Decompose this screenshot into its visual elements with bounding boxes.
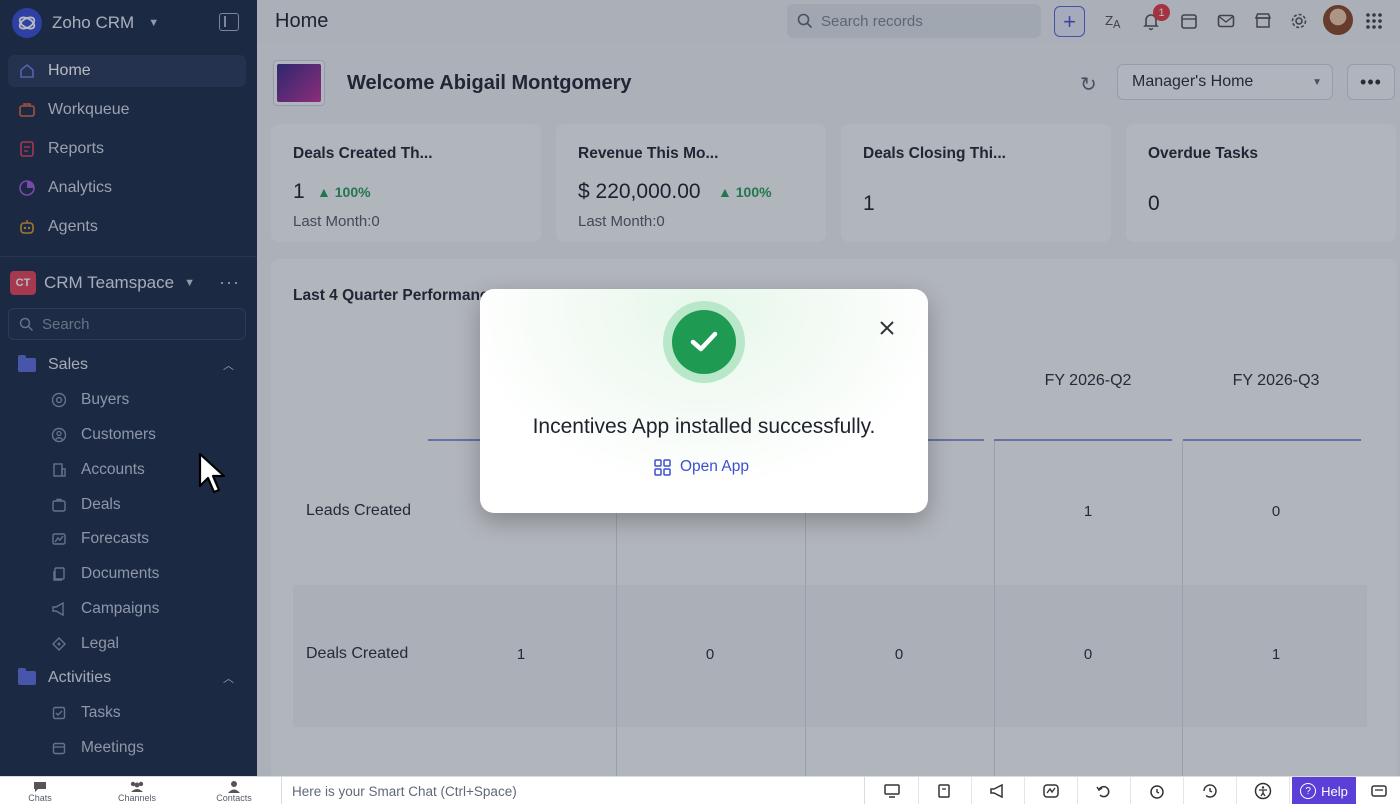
apps-icon: [654, 458, 671, 476]
help-button[interactable]: ? Help: [1292, 777, 1356, 804]
bottom-item-label: Contacts: [216, 793, 252, 803]
smart-chat-placeholder: Here is your Smart Chat (Ctrl+Space): [292, 783, 517, 799]
mouse-cursor-icon: [198, 452, 226, 501]
close-icon[interactable]: [878, 319, 896, 337]
smart-chat-input[interactable]: Here is your Smart Chat (Ctrl+Space): [281, 777, 865, 804]
accessibility-icon[interactable]: [1237, 777, 1290, 804]
channels-button[interactable]: Channels: [107, 779, 167, 803]
chat-bubble-icon: [10, 779, 70, 793]
success-badge: [663, 301, 745, 383]
contact-person-icon: [204, 779, 264, 793]
chats-button[interactable]: Chats: [10, 779, 70, 803]
contacts-button[interactable]: Contacts: [204, 779, 264, 803]
help-label: Help: [1321, 783, 1348, 799]
history-icon[interactable]: [1184, 777, 1237, 804]
success-message: Incentives App installed successfully.: [532, 415, 876, 438]
megaphone-icon[interactable]: [972, 777, 1025, 804]
bottom-item-label: Chats: [28, 793, 52, 803]
undo-action-icon[interactable]: [1078, 777, 1131, 804]
feedback-icon[interactable]: [1358, 777, 1400, 804]
alarm-clock-icon[interactable]: [1131, 777, 1184, 804]
open-app-link[interactable]: Open App: [654, 458, 749, 476]
checkmark-icon: [672, 310, 736, 374]
channels-icon: [107, 779, 167, 793]
signals-icon[interactable]: [1025, 777, 1078, 804]
bottom-bar: Chats Channels Contacts Here is your Sma…: [0, 776, 1400, 804]
install-success-modal: Incentives App installed successfully. O…: [480, 289, 928, 513]
open-app-label: Open App: [680, 458, 749, 475]
screen-share-icon[interactable]: [866, 777, 919, 804]
bottom-item-label: Channels: [117, 793, 157, 803]
notes-icon[interactable]: [919, 777, 972, 804]
question-icon: ?: [1300, 783, 1317, 799]
